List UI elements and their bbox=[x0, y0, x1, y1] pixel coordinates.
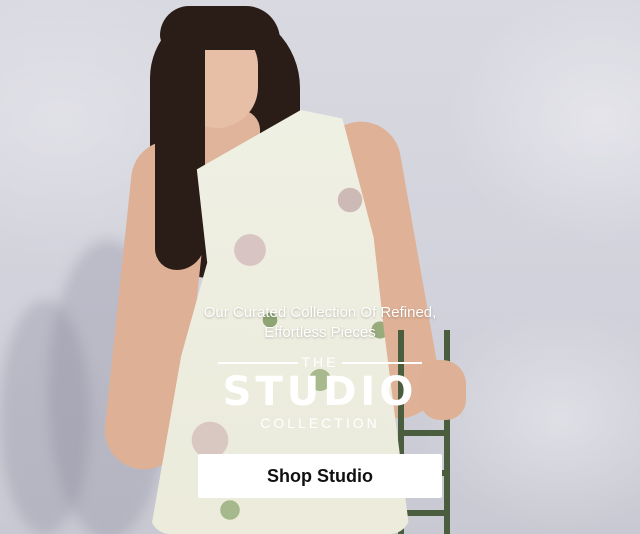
tagline-line-2: Effortless Pieces bbox=[264, 324, 376, 341]
hero-banner[interactable]: Our Curated Collection Of Refined, Effor… bbox=[0, 0, 640, 534]
logo-rule-left bbox=[218, 362, 298, 364]
logo-collection: COLLECTION bbox=[260, 415, 380, 431]
logo-studio: STUDIO bbox=[222, 369, 418, 415]
hero-tagline: Our Curated Collection Of Refined, Effor… bbox=[170, 303, 470, 343]
studio-collection-logo: THE STUDIO COLLECTION bbox=[200, 352, 440, 432]
hair-left bbox=[155, 40, 205, 270]
tagline-line-1: Our Curated Collection Of Refined, bbox=[203, 304, 437, 321]
shop-studio-button[interactable]: Shop Studio bbox=[198, 454, 442, 498]
logo-rule-right bbox=[342, 362, 422, 364]
